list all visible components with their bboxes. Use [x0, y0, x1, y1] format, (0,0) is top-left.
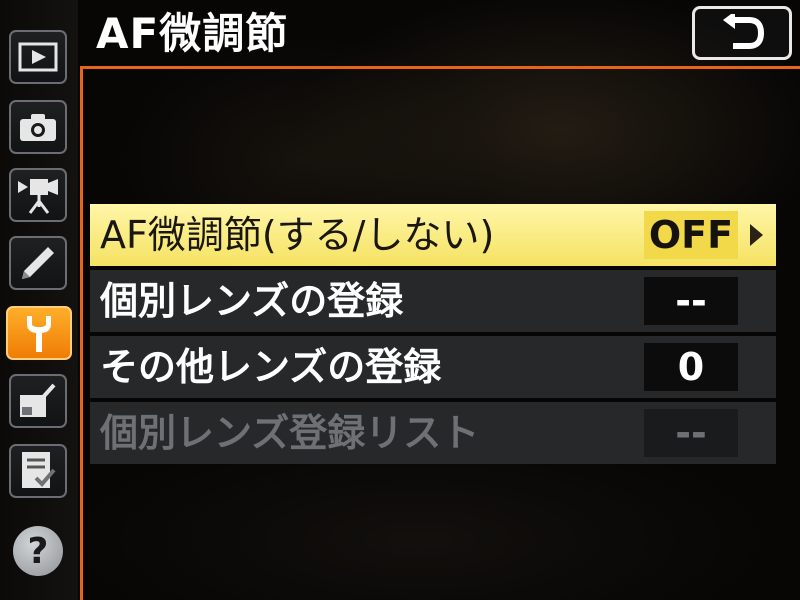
tab-retouch[interactable] [9, 374, 67, 428]
menu-item-value: 0 [644, 343, 738, 391]
menu-item-default[interactable]: その他レンズの登録 0 [90, 336, 776, 398]
tab-setup[interactable] [6, 306, 72, 360]
menu-sidebar: ? [0, 0, 78, 600]
af-fine-tune-menu: AF微調節(する/しない) OFF 個別レンズの登録 -- その他レンズの登録 … [90, 204, 776, 468]
back-button[interactable] [692, 6, 792, 60]
menu-item-af-fine-tune-on-off[interactable]: AF微調節(する/しない) OFF [90, 204, 776, 266]
menu-item-value: -- [644, 277, 738, 325]
pencil-icon [22, 247, 54, 279]
tab-my-menu[interactable] [9, 444, 67, 498]
tab-movie-shooting[interactable] [9, 168, 67, 222]
movie-camera-icon [18, 179, 58, 214]
return-arrow-icon [723, 14, 765, 49]
help-icon[interactable]: ? [13, 526, 63, 576]
menu-item-label: 個別レンズの登録 [100, 279, 404, 323]
menu-item-value: -- [644, 409, 738, 457]
content-frame-left-border [80, 66, 83, 600]
wrench-icon [27, 316, 51, 352]
tab-custom-settings[interactable] [9, 236, 67, 290]
page-title: AF微調節 [96, 9, 289, 58]
chevron-right-icon [750, 224, 763, 246]
menu-item-saved-value[interactable]: 個別レンズの登録 -- [90, 270, 776, 332]
tab-photo-shooting[interactable] [9, 100, 67, 154]
camera-menu-screen: ? AF微調節 AF微調節(する/しない) OFF 個別レンズの登録 -- その… [0, 0, 800, 600]
tab-playback[interactable] [9, 30, 67, 84]
content-frame-top-border [80, 66, 800, 69]
my-menu-icon [22, 452, 56, 488]
camera-icon [20, 114, 56, 141]
retouch-icon [20, 383, 56, 417]
menu-item-label: その他レンズの登録 [100, 345, 442, 389]
menu-item-value: OFF [644, 211, 738, 259]
play-icon [18, 42, 58, 72]
menu-item-label: 個別レンズ登録リスト [100, 411, 480, 455]
menu-item-list-saved-values: 個別レンズ登録リスト -- [90, 402, 776, 464]
menu-item-label: AF微調節(する/しない) [100, 213, 495, 257]
